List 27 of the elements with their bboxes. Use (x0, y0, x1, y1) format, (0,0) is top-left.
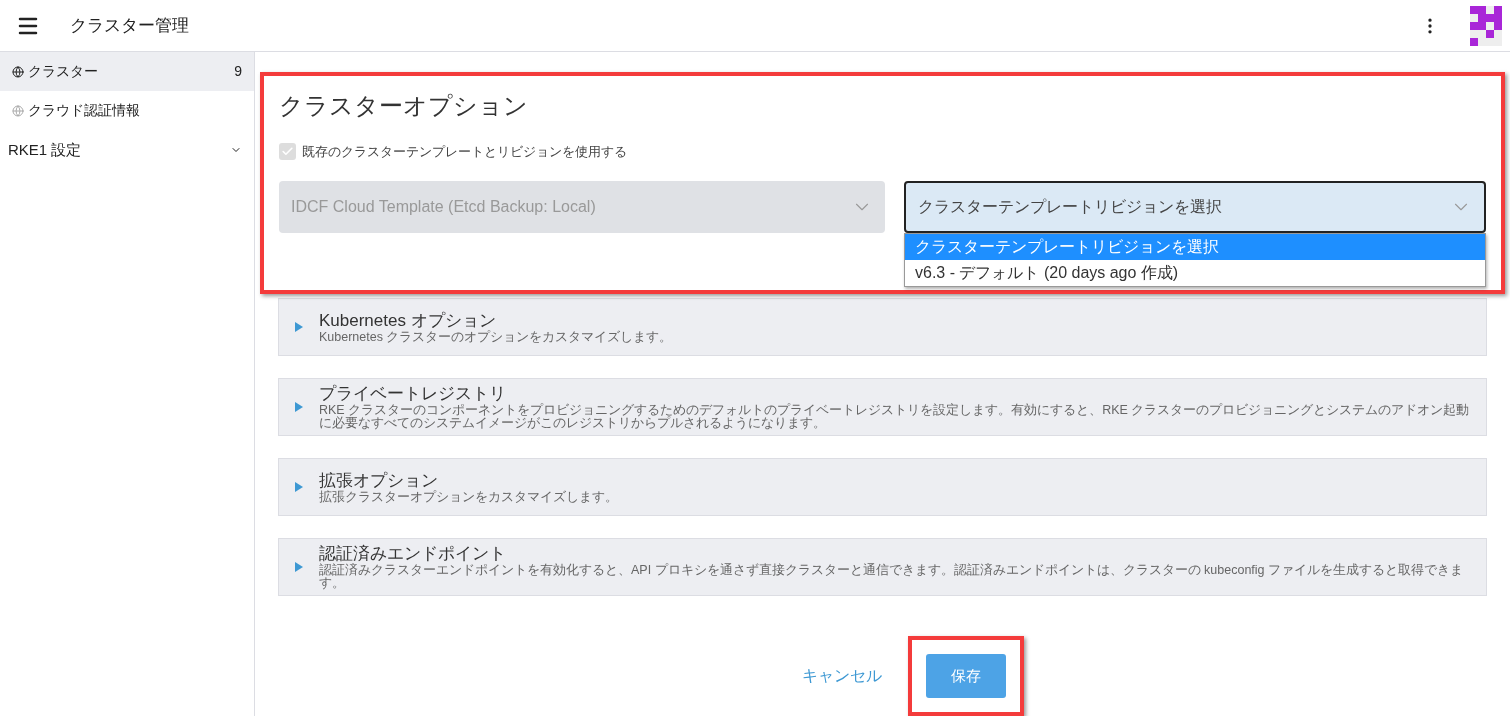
sidebar-item[interactable]: クラスター 9 (0, 52, 254, 91)
section-title: クラスターオプション (279, 91, 529, 121)
panel-title: 拡張オプション (319, 470, 439, 490)
panel-description: Kubernetes クラスターのオプションをカスタマイズします。 (319, 330, 673, 344)
triangle-icon (295, 482, 303, 492)
triangle-icon (295, 562, 303, 572)
panel-description: RKE クラスターのコンポーネントをプロビジョニングするためのデフォルトのプライベートレジストリを設定します。有効にすると、RKE クラスターのプロビジョニングとシステムのアドオン起動に必要なすべてのシステムイメージがこのレジストリからプルされるようになります。 (319, 404, 1471, 430)
accordion-panel[interactable]: Kubernetes オプション Kubernetes クラスターのオプションをカスタマイズします。 (278, 298, 1487, 356)
globe-icon (12, 104, 24, 117)
panel-title: Kubernetes オプション (319, 310, 497, 330)
triangle-icon (295, 402, 303, 412)
panel-title: 認証済みエンドポイント (319, 544, 507, 563)
panel-description: 認証済みクラスターエンドポイントを有効化すると、API プロキシを通さず直接クラスターと通信できます。認証済みエンドポイントは、クラスターの kubeconfig ファイルを生成すると取得できます。 (319, 564, 1465, 590)
item-count: 9 (234, 62, 242, 81)
dropdown-option[interactable]: v6.3 - デフォルト (20 days ago 作成) (905, 259, 1485, 286)
triangle-icon (295, 322, 303, 332)
accordion-panel[interactable]: プライベートレジストリ RKE クラスターのコンポーネントをプロビジョニングするためのデフォルトのプライベートレジストリを設定します。有効にすると、RKE クラスターのプロビジョニングとシステムのアドオン起動に必要なすべてのシステムイメージがこのレジストリからプルされるようになります。 (278, 378, 1487, 436)
panel-description: 拡張クラスターオプションをカスタマイズします。 (319, 490, 618, 504)
accordion-panel[interactable]: 拡張オプション 拡張クラスターオプションをカスタマイズします。 (278, 458, 1487, 516)
accordion-panel[interactable]: 認証済みエンドポイント 認証済みクラスターエンドポイントを有効化すると、API プロキシを通さず直接クラスターと通信できます。認証済みエンドポイントは、クラスターの kubeconfig ファイルを生成すると取得できます。 (278, 538, 1487, 596)
sidebar-item[interactable]: クラウド認証情報 (0, 91, 254, 130)
revision-select[interactable]: クラスターテンプレートリビジョンを選択 (904, 180, 1486, 233)
globe-icon (12, 65, 24, 78)
sidebar-group[interactable]: RKE1 設定 (0, 130, 254, 170)
panel-title: プライベートレジストリ (319, 384, 507, 404)
logo-icon (1470, 4, 1502, 47)
page-title: クラスター管理 (70, 14, 189, 37)
